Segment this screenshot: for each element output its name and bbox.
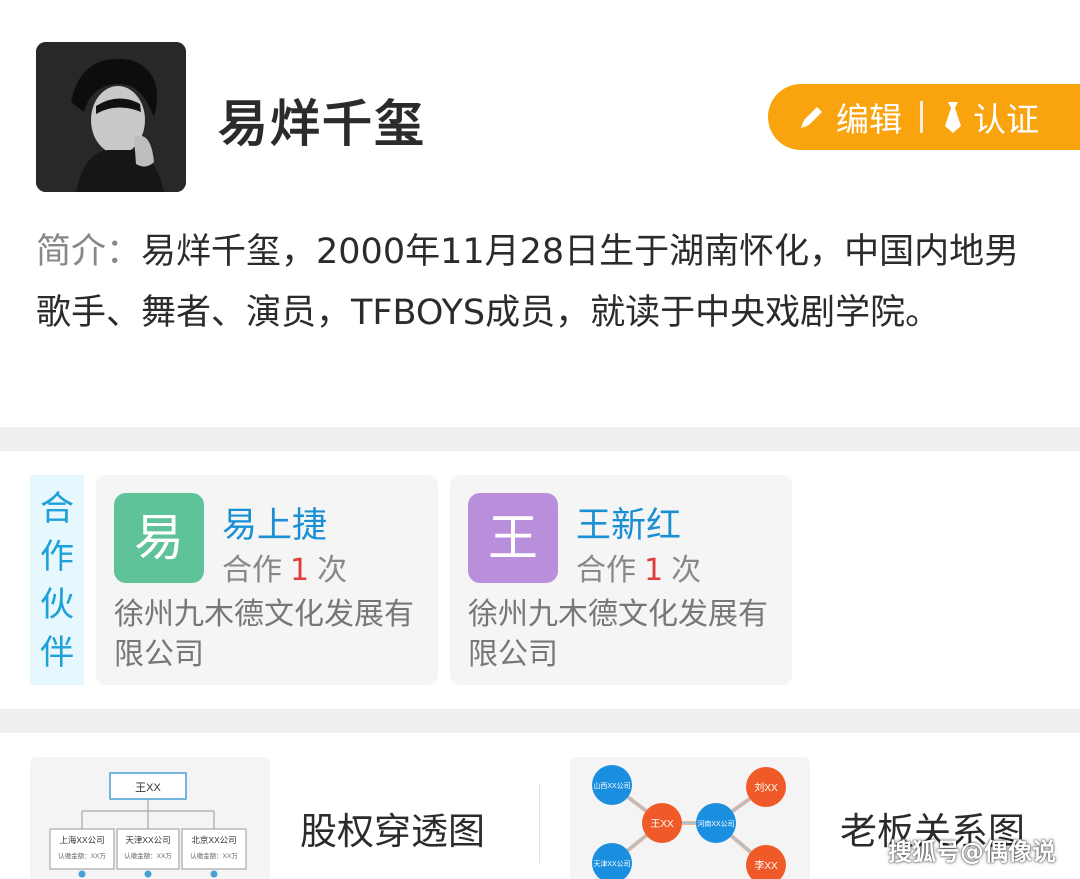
equity-chart-label[interactable]: 股权穿透图 [300, 801, 485, 855]
watermark: 搜狐号@偶像说 [888, 838, 1056, 866]
profile-avatar[interactable] [36, 42, 186, 192]
intro-label: 简介： [36, 232, 142, 272]
partner-avatar: 易 [114, 493, 204, 583]
tie-icon [945, 102, 961, 133]
portrait-image [36, 42, 186, 192]
edit-button[interactable]: 编辑 [796, 93, 902, 141]
equity-diagram: 王XX 上海XX公司 认缴金额：XX万 天津XX公司 认缴金额：XX万 北京XX… [49, 772, 247, 878]
svg-text:认缴金额：XX万: 认缴金额：XX万 [58, 851, 106, 860]
boss-node: 天津XX公司 [592, 843, 632, 879]
partner-count-number: 1 [644, 553, 664, 588]
edit-label: 编辑 [836, 100, 902, 139]
intro-text: 易烊千玺，2000年11月28日生于湖南怀化，中国内地男歌手、舞者、演员，TFB… [36, 232, 1020, 333]
boss-node: 河南XX公司 [696, 803, 736, 843]
svg-text:认缴金额：XX万: 认缴金额：XX万 [124, 851, 172, 860]
action-pill: 编辑 认证 [768, 84, 1080, 150]
partner-count: 合作 1 次 [222, 545, 347, 589]
partner-avatar: 王 [468, 493, 558, 583]
partner-card[interactable]: 王 王新红 合作 1 次 徐州九木德文化发展有限公司 [450, 475, 792, 685]
svg-text:河南XX公司: 河南XX公司 [697, 819, 734, 828]
equity-company-node: 北京XX公司 认缴金额：XX万 [181, 828, 247, 870]
boss-relation-diagram: 山西XX公司 王XX 河南XX公司 刘XX 天津XX公司 李XX [592, 765, 786, 879]
equity-root-text: 王XX [135, 782, 161, 794]
svg-text:上海XX公司: 上海XX公司 [59, 835, 104, 845]
partner-count: 合作 1 次 [576, 545, 701, 589]
profile-name: 易烊千玺 [218, 95, 426, 153]
profile-header: 易烊千玺 编辑 认证 [0, 0, 1080, 220]
tools-divider [539, 783, 540, 863]
section-gap [0, 709, 1080, 733]
svg-text:王XX: 王XX [650, 819, 674, 830]
partner-count-prefix: 合作 [222, 553, 282, 588]
partner-card[interactable]: 易 易上捷 合作 1 次 徐州九木德文化发展有限公司 [96, 475, 438, 685]
profile-intro: 简介：易烊千玺，2000年11月28日生于湖南怀化，中国内地男歌手、舞者、演员，… [36, 222, 1046, 344]
svg-text:李XX: 李XX [754, 859, 778, 872]
svg-text:刘XX: 刘XX [754, 782, 778, 794]
equity-company-node: 天津XX公司 认缴金额：XX万 [116, 828, 180, 870]
boss-node: 刘XX [746, 767, 786, 807]
svg-text:天津XX公司: 天津XX公司 [125, 835, 170, 845]
partners-section-label: 合作伙伴 [30, 475, 84, 685]
partner-count-number: 1 [290, 553, 310, 588]
boss-node: 王XX [642, 803, 682, 843]
svg-text:天津XX公司: 天津XX公司 [593, 860, 630, 868]
partner-name[interactable]: 易上捷 [222, 497, 327, 548]
partner-count-prefix: 合作 [576, 553, 636, 588]
certify-label: 认证 [973, 100, 1039, 139]
equity-company-node: 上海XX公司 认缴金额：XX万 [49, 828, 115, 870]
certify-button[interactable]: 认证 [941, 93, 1039, 141]
equity-chart-thumbnail[interactable]: 王XX 上海XX公司 认缴金额：XX万 天津XX公司 认缴金额：XX万 北京XX… [30, 757, 270, 879]
section-gap [0, 427, 1080, 451]
boss-node: 山西XX公司 [592, 765, 632, 805]
partner-company: 徐州九木德文化发展有限公司 [468, 597, 768, 672]
partner-count-suffix: 次 [317, 553, 348, 588]
partner-name[interactable]: 王新红 [576, 497, 681, 548]
partner-count-suffix: 次 [671, 553, 702, 588]
boss-node: 李XX [746, 845, 786, 879]
pencil-icon [801, 107, 822, 128]
svg-text:认缴金额：XX万: 认缴金额：XX万 [190, 851, 238, 860]
svg-text:山西XX公司: 山西XX公司 [593, 781, 630, 790]
partner-company: 徐州九木德文化发展有限公司 [114, 597, 414, 672]
partners-section: 合作伙伴 易 易上捷 合作 1 次 徐州九木德文化发展有限公司 王 王新红 合作 1 次… [0, 451, 1080, 709]
boss-relation-thumbnail[interactable]: 山西XX公司 王XX 河南XX公司 刘XX 天津XX公司 李XX [570, 757, 810, 879]
pill-divider [920, 101, 923, 133]
svg-text:北京XX公司: 北京XX公司 [191, 835, 236, 845]
